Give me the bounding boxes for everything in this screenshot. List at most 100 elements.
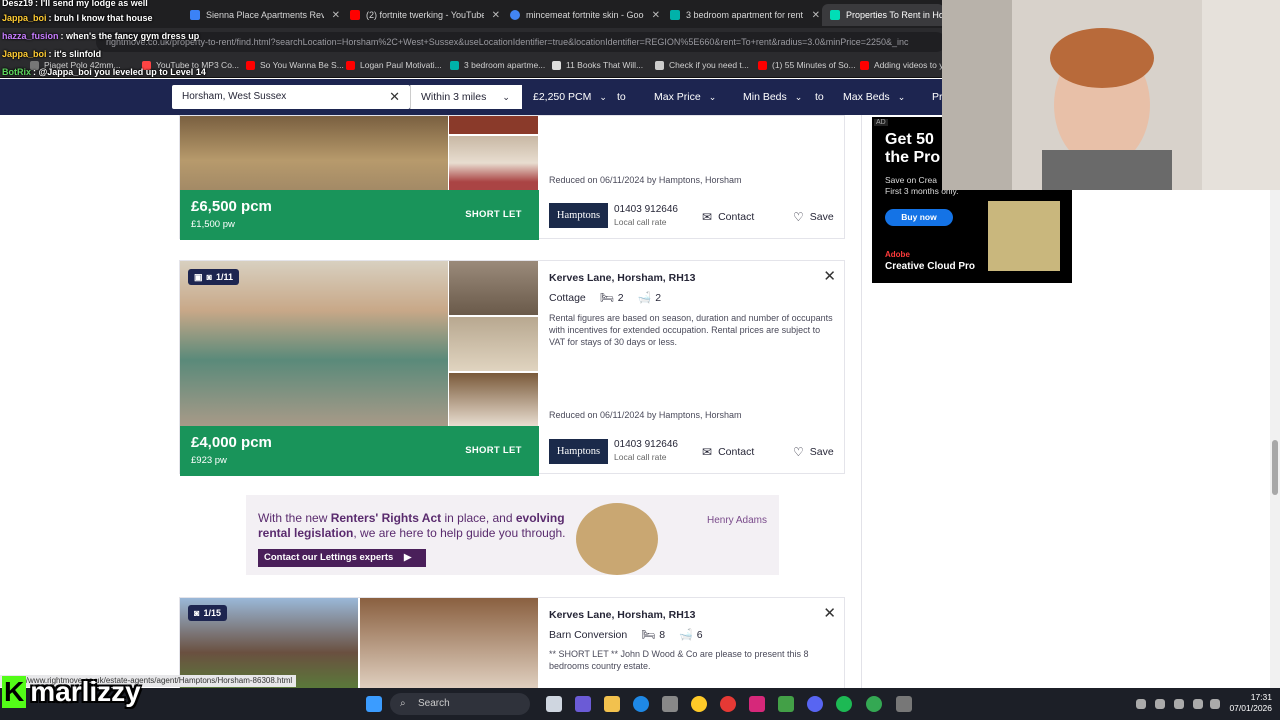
browser-tab-active[interactable]: Properties To Rent in Horsha xyxy=(822,4,944,26)
banner-text-bold: rental legislation xyxy=(258,526,354,540)
agent-phone[interactable]: 01403 912646 xyxy=(614,204,678,215)
price-pcm: £6,500 pcm xyxy=(191,198,272,215)
chat-message: BotRix: @Jappa_boi you leveled up to Lev… xyxy=(2,67,206,77)
bookmark[interactable]: 3 bedroom apartme... xyxy=(450,60,545,70)
tray-chevron-icon[interactable] xyxy=(1136,699,1146,709)
bookmark-icon xyxy=(655,60,664,70)
ad-image xyxy=(988,201,1060,271)
tray-icon[interactable] xyxy=(1155,699,1165,709)
close-icon[interactable]: ✕ xyxy=(823,267,836,285)
task-view-icon[interactable] xyxy=(546,696,562,712)
photo-counter: ▣ ◙ 1/11 xyxy=(188,269,239,285)
settings-icon[interactable] xyxy=(896,696,912,712)
min-price-value: £2,250 PCM xyxy=(533,91,592,103)
close-icon[interactable]: ✕ xyxy=(823,604,836,622)
max-price-select[interactable]: Max Price ⌄ xyxy=(654,85,716,109)
property-main-photo[interactable] xyxy=(180,116,448,190)
volume-icon[interactable] xyxy=(1210,699,1220,709)
floorplan-icon: ▣ xyxy=(194,272,203,282)
property-thumb-photo[interactable] xyxy=(449,116,538,134)
start-icon[interactable] xyxy=(366,696,382,712)
taskbar-search-label: Search xyxy=(418,698,450,709)
adobe-logo: Adobe xyxy=(885,250,910,259)
property-thumb-photo[interactable] xyxy=(449,136,538,190)
mic-icon[interactable] xyxy=(1174,699,1184,709)
stream-chat-overlay: Desz19: I'll send my lodge as well Jappa… xyxy=(0,0,270,80)
youtube-icon xyxy=(860,60,869,70)
contact-lettings-button[interactable]: Contact our Lettings experts ▶ xyxy=(258,549,426,567)
bookmark[interactable]: Adding videos to yo... xyxy=(860,60,955,70)
app-icon[interactable] xyxy=(691,696,707,712)
bookmark[interactable]: Logan Paul Motivati... xyxy=(346,60,442,70)
chat-message: hazza_fusion: when's the fancy gym dress… xyxy=(2,31,199,41)
chat-text: : @Jappa_boi you leveled up to Level 14 xyxy=(33,67,206,77)
radius-select[interactable]: Within 3 miles ⌄ xyxy=(410,85,522,109)
browser-tab[interactable]: (2) fortnite twerking - YouTube ✕ xyxy=(342,4,500,26)
scrollbar-thumb[interactable] xyxy=(1272,440,1278,495)
lettings-ad-banner[interactable]: With the new Renters' Rights Act in plac… xyxy=(246,495,779,575)
banner-text: in place, and xyxy=(441,511,516,525)
min-price-select[interactable]: £2,250 PCM ⌄ xyxy=(533,85,607,109)
chrome-icon[interactable] xyxy=(866,696,882,712)
property-type-select[interactable]: Pr xyxy=(932,85,943,109)
page-scrollbar[interactable] xyxy=(1270,190,1280,688)
opera-icon[interactable] xyxy=(720,696,736,712)
tab-close-icon[interactable]: ✕ xyxy=(652,10,660,21)
bookmark[interactable]: Check if you need t... xyxy=(655,60,749,70)
bookmark[interactable]: (1) 55 Minutes of So... xyxy=(758,60,856,70)
agent-logo[interactable]: Hamptons xyxy=(549,203,608,228)
short-let-badge: SHORT LET xyxy=(448,426,539,476)
price-band: £4,000 pcm £923 pw SHORT LET xyxy=(180,426,539,476)
clock-date: 07/01/2026 xyxy=(1229,703,1272,713)
property-thumb-photo[interactable] xyxy=(449,317,538,371)
contact-button[interactable]: ✉ Contact xyxy=(702,210,754,224)
browser-tab[interactable]: 3 bedroom apartment for rent ✕ xyxy=(662,4,820,26)
contact-button[interactable]: ✉ Contact xyxy=(702,445,754,459)
property-address[interactable]: Kerves Lane, Horsham, RH13 xyxy=(549,272,695,284)
property-second-photo[interactable] xyxy=(360,598,538,689)
tab-close-icon[interactable]: ✕ xyxy=(492,10,500,21)
bookmark-icon xyxy=(552,60,561,70)
chevron-down-icon: ⌄ xyxy=(599,92,607,102)
network-icon[interactable] xyxy=(1193,699,1203,709)
chat-text: : bruh I know that house xyxy=(48,13,153,23)
property-address[interactable]: Kerves Lane, Horsham, RH13 xyxy=(549,609,695,621)
store-icon[interactable] xyxy=(662,696,678,712)
taskbar-clock[interactable]: 17:31 07/01/2026 xyxy=(1226,692,1272,714)
tab-close-icon[interactable]: ✕ xyxy=(812,10,820,21)
min-beds-select[interactable]: Min Beds ⌄ xyxy=(743,85,802,109)
save-button[interactable]: ♡ Save xyxy=(793,445,834,459)
youtube-icon xyxy=(346,60,355,70)
instagram-icon[interactable] xyxy=(749,696,765,712)
property-main-photo[interactable] xyxy=(180,261,448,426)
file-explorer-icon[interactable] xyxy=(604,696,620,712)
bookmark[interactable]: 11 Books That Will... xyxy=(552,60,643,70)
edge-icon[interactable] xyxy=(633,696,649,712)
spotify-icon[interactable] xyxy=(836,696,852,712)
agent-logo[interactable]: Hamptons xyxy=(549,439,608,464)
xbox-icon[interactable] xyxy=(778,696,794,712)
taskbar-search[interactable]: ⌕ Search xyxy=(390,693,530,715)
price-band: £6,500 pcm £1,500 pw SHORT LET xyxy=(180,190,539,240)
price-pw: £923 pw xyxy=(191,455,227,466)
max-beds-select[interactable]: Max Beds ⌄ xyxy=(843,85,905,109)
banner-text-bold: evolving xyxy=(515,511,565,525)
property-summary: Barn Conversion 🛏 8 🛁 6 xyxy=(549,628,703,642)
buy-now-button[interactable]: Buy now xyxy=(885,209,953,226)
bed-icon: 🛏 xyxy=(641,629,656,641)
location-search-input[interactable]: Horsham, West Sussex ✕ xyxy=(172,85,410,109)
save-button[interactable]: ♡ Save xyxy=(793,210,834,224)
property-card[interactable]: ▣ ◙ 1/11 £4,000 pcm £923 pw SHORT LET Ke… xyxy=(179,260,845,476)
browser-tab[interactable]: mincemeat fortnite skin - Goog ✕ xyxy=(502,4,660,26)
tab-close-icon[interactable]: ✕ xyxy=(332,10,340,21)
property-description: ** SHORT LET ** John D Wood & Co are ple… xyxy=(549,649,809,671)
discord-icon[interactable] xyxy=(807,696,823,712)
property-thumb-photo[interactable] xyxy=(449,373,538,426)
property-card[interactable]: £6,500 pcm £1,500 pw SHORT LET Reduced o… xyxy=(179,115,845,240)
agent-phone[interactable]: 01403 912646 xyxy=(614,439,678,450)
max-beds-value: Max Beds xyxy=(843,91,890,103)
clear-icon[interactable]: ✕ xyxy=(389,85,400,109)
teams-icon[interactable] xyxy=(575,696,591,712)
property-thumb-photo[interactable] xyxy=(449,261,538,315)
property-summary: Cottage 🛏 2 🛁 2 xyxy=(549,291,661,305)
